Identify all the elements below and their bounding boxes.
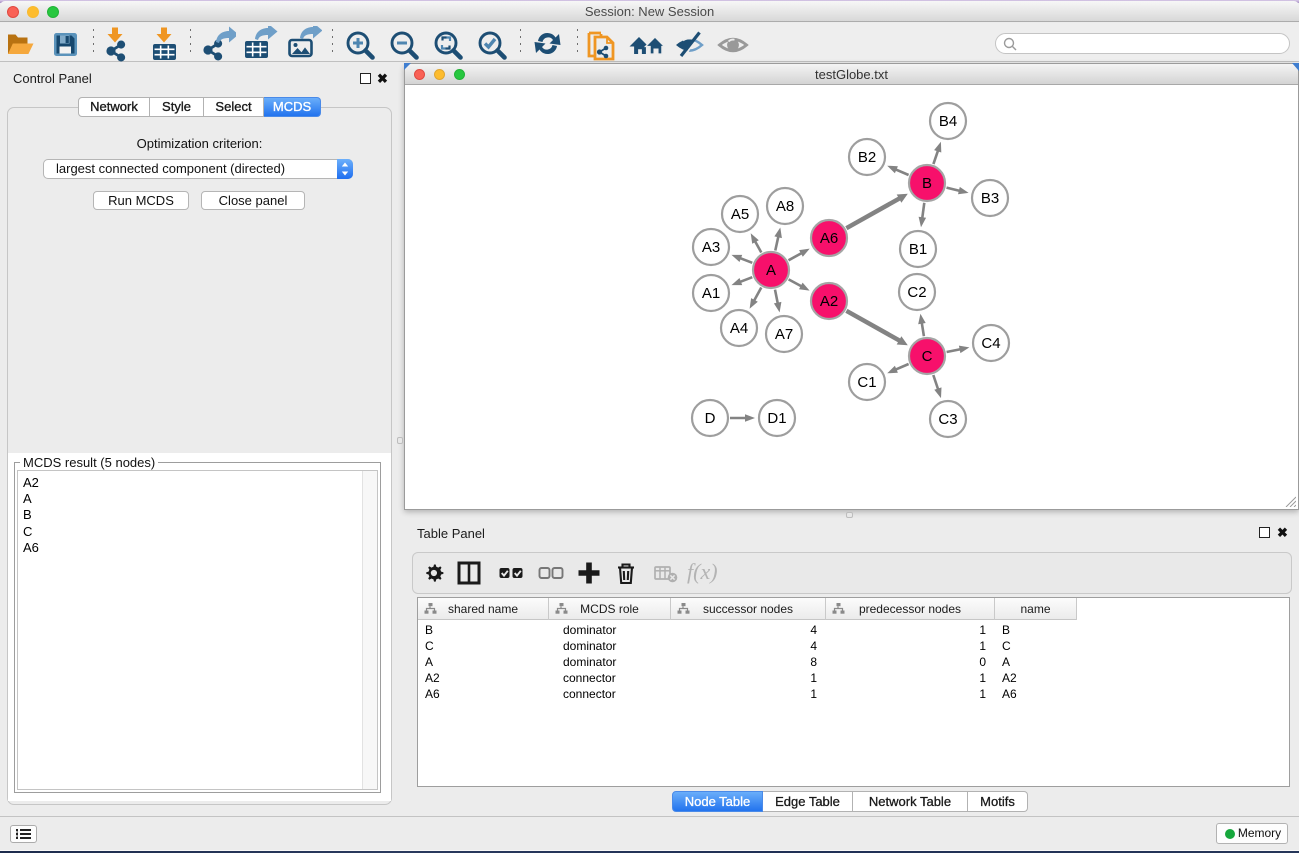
- svg-text:C: C: [922, 348, 933, 365]
- svg-text:A6: A6: [820, 230, 838, 247]
- svg-text:B: B: [922, 175, 932, 192]
- svg-text:A: A: [766, 262, 776, 279]
- svg-text:A8: A8: [776, 198, 794, 215]
- svg-text:A5: A5: [731, 206, 749, 223]
- svg-text:C2: C2: [907, 284, 926, 301]
- svg-text:C1: C1: [857, 374, 876, 391]
- svg-text:C3: C3: [938, 411, 957, 428]
- svg-text:B1: B1: [909, 241, 927, 258]
- svg-text:A3: A3: [702, 239, 720, 256]
- svg-text:B2: B2: [858, 149, 876, 166]
- svg-text:D: D: [705, 410, 716, 427]
- svg-text:A7: A7: [775, 326, 793, 343]
- svg-text:C4: C4: [981, 335, 1000, 352]
- svg-text:B4: B4: [939, 113, 957, 130]
- svg-text:A4: A4: [730, 320, 748, 337]
- svg-text:B3: B3: [981, 190, 999, 207]
- svg-text:A1: A1: [702, 285, 720, 302]
- svg-text:D1: D1: [767, 410, 786, 427]
- svg-text:A2: A2: [820, 293, 838, 310]
